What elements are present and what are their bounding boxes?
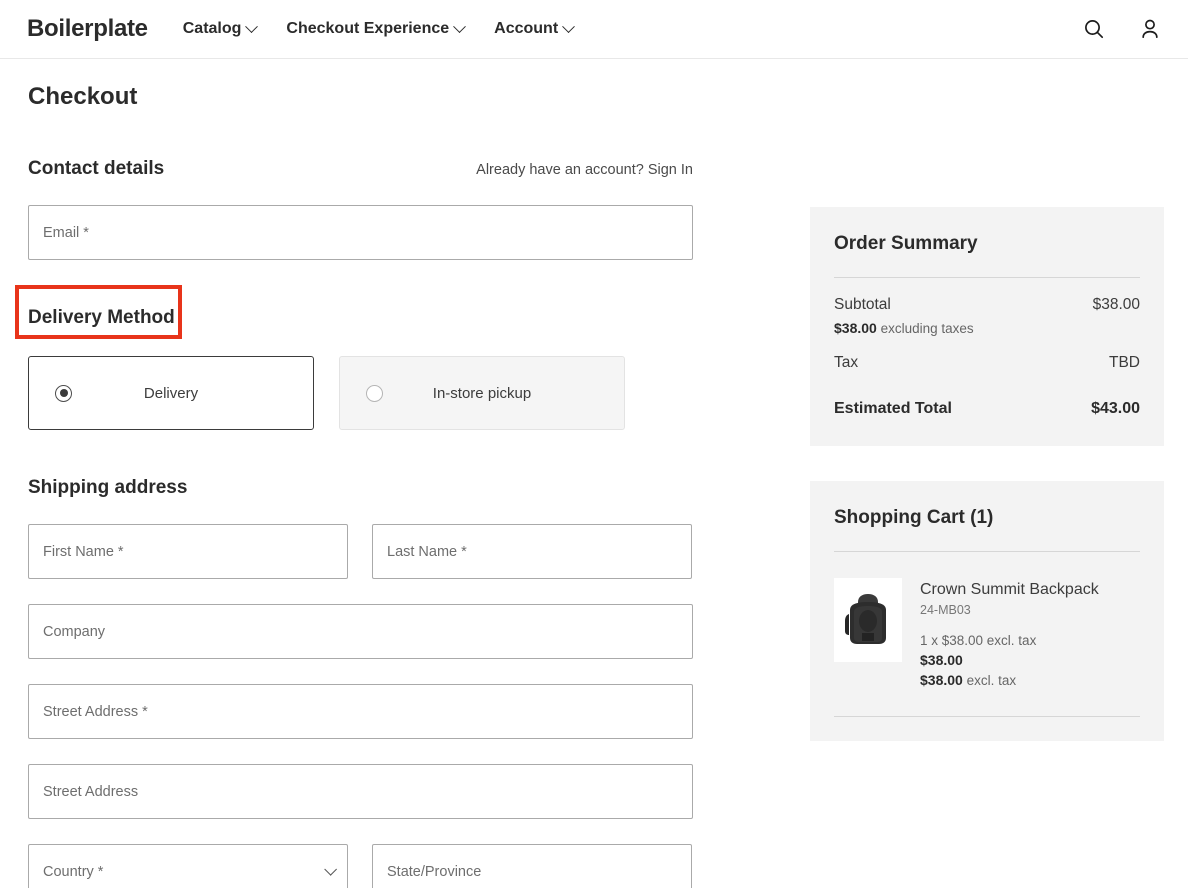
checkout-form-column: Checkout Contact details Already have an… [0, 59, 810, 888]
main-navigation: Catalog Checkout Experience Account [183, 20, 573, 38]
nav-item-checkout-experience[interactable]: Checkout Experience [286, 20, 464, 38]
order-summary-panel: Order Summary Subtotal $38.00 $38.00 exc… [810, 207, 1164, 446]
order-summary-title: Order Summary [834, 233, 1140, 255]
estimated-total-value: $43.00 [1091, 400, 1140, 418]
last-name-placeholder: Last Name * [387, 544, 467, 560]
nav-item-label: Checkout Experience [286, 20, 449, 38]
street-address-2-placeholder: Street Address [43, 784, 138, 800]
email-field[interactable]: Email * [28, 205, 693, 260]
shopping-cart-panel: Shopping Cart (1) Crown Summit Backpack [810, 481, 1164, 741]
product-thumbnail[interactable] [834, 578, 902, 662]
cart-item-price: $38.00 [920, 652, 1099, 668]
chevron-down-icon [562, 20, 575, 33]
last-name-field[interactable]: Last Name * [372, 524, 692, 579]
cart-item-name[interactable]: Crown Summit Backpack [920, 580, 1099, 599]
cart-item-price-excl-amount: $38.00 [920, 672, 963, 688]
estimated-total-label: Estimated Total [834, 400, 952, 418]
nav-item-catalog[interactable]: Catalog [183, 20, 257, 38]
divider [834, 716, 1140, 717]
street-address-1-placeholder: Street Address * [43, 704, 148, 720]
divider [834, 277, 1140, 278]
search-button[interactable] [1082, 17, 1106, 41]
street-address-2-field[interactable]: Street Address [28, 764, 693, 819]
estimated-total-row: Estimated Total $43.00 [834, 400, 1140, 446]
name-row: First Name * Last Name * [28, 524, 810, 579]
country-select[interactable]: Country * [28, 844, 348, 888]
subtotal-excluding-taxes-note: $38.00 excluding taxes [834, 320, 1140, 336]
nav-item-label: Catalog [183, 20, 242, 38]
subtotal-note-text: excluding taxes [877, 321, 974, 336]
user-icon [1138, 17, 1162, 41]
site-header: Boilerplate Catalog Checkout Experience … [0, 0, 1188, 59]
delivery-option-delivery[interactable]: Delivery [28, 356, 314, 430]
country-placeholder: Country * [43, 864, 103, 880]
company-field[interactable]: Company [28, 604, 693, 659]
street-address-1-field[interactable]: Street Address * [28, 684, 693, 739]
cart-item-info: Crown Summit Backpack 24-MB03 1 x $38.00… [920, 578, 1099, 688]
shopping-cart-title: Shopping Cart (1) [834, 507, 1140, 529]
first-name-placeholder: First Name * [43, 544, 124, 560]
contact-details-header: Contact details Already have an account?… [28, 158, 693, 180]
contact-details-title: Contact details [28, 158, 164, 180]
email-placeholder: Email * [43, 225, 89, 241]
state-province-field[interactable]: State/Province [372, 844, 692, 888]
page-title: Checkout [28, 83, 810, 111]
delivery-method-section: Delivery Method Delivery In-store pickup [28, 307, 810, 430]
radio-unselected-icon[interactable] [366, 385, 383, 402]
cart-item: Crown Summit Backpack 24-MB03 1 x $38.00… [834, 578, 1140, 688]
nav-item-label: Account [494, 20, 558, 38]
page-body: Checkout Contact details Already have an… [0, 59, 1188, 888]
chevron-down-icon [453, 20, 466, 33]
account-button[interactable] [1138, 17, 1162, 41]
tax-value: TBD [1109, 354, 1140, 372]
divider [834, 551, 1140, 552]
cart-item-quantity-line: 1 x $38.00 excl. tax [920, 633, 1099, 648]
subtotal-row: Subtotal $38.00 [834, 296, 1140, 314]
subtotal-note-amount: $38.00 [834, 320, 877, 336]
nav-item-account[interactable]: Account [494, 20, 573, 38]
chevron-down-icon [246, 20, 259, 33]
order-sidebar: Order Summary Subtotal $38.00 $38.00 exc… [810, 59, 1164, 888]
cart-item-sku: 24-MB03 [920, 603, 1099, 617]
search-icon [1082, 17, 1106, 41]
country-state-row: Country * State/Province [28, 844, 810, 888]
company-placeholder: Company [43, 624, 105, 640]
chevron-down-icon [324, 863, 337, 876]
tax-row: Tax TBD [834, 354, 1140, 372]
cart-item-price-excl-tax: $38.00 excl. tax [920, 672, 1099, 688]
delivery-method-options: Delivery In-store pickup [28, 356, 810, 430]
sign-in-link[interactable]: Already have an account? Sign In [476, 162, 693, 178]
header-actions [1082, 17, 1162, 41]
shipping-address-title: Shipping address [28, 477, 810, 499]
subtotal-value: $38.00 [1093, 296, 1140, 314]
delivery-option-in-store-pickup[interactable]: In-store pickup [339, 356, 625, 430]
state-province-placeholder: State/Province [387, 864, 481, 880]
subtotal-label: Subtotal [834, 296, 891, 314]
tax-label: Tax [834, 354, 858, 372]
first-name-field[interactable]: First Name * [28, 524, 348, 579]
radio-selected-icon[interactable] [55, 385, 72, 402]
cart-item-price-excl-text: excl. tax [963, 673, 1016, 688]
delivery-method-title: Delivery Method [28, 307, 810, 329]
backpack-image [840, 588, 896, 652]
brand-logo[interactable]: Boilerplate [27, 15, 148, 43]
